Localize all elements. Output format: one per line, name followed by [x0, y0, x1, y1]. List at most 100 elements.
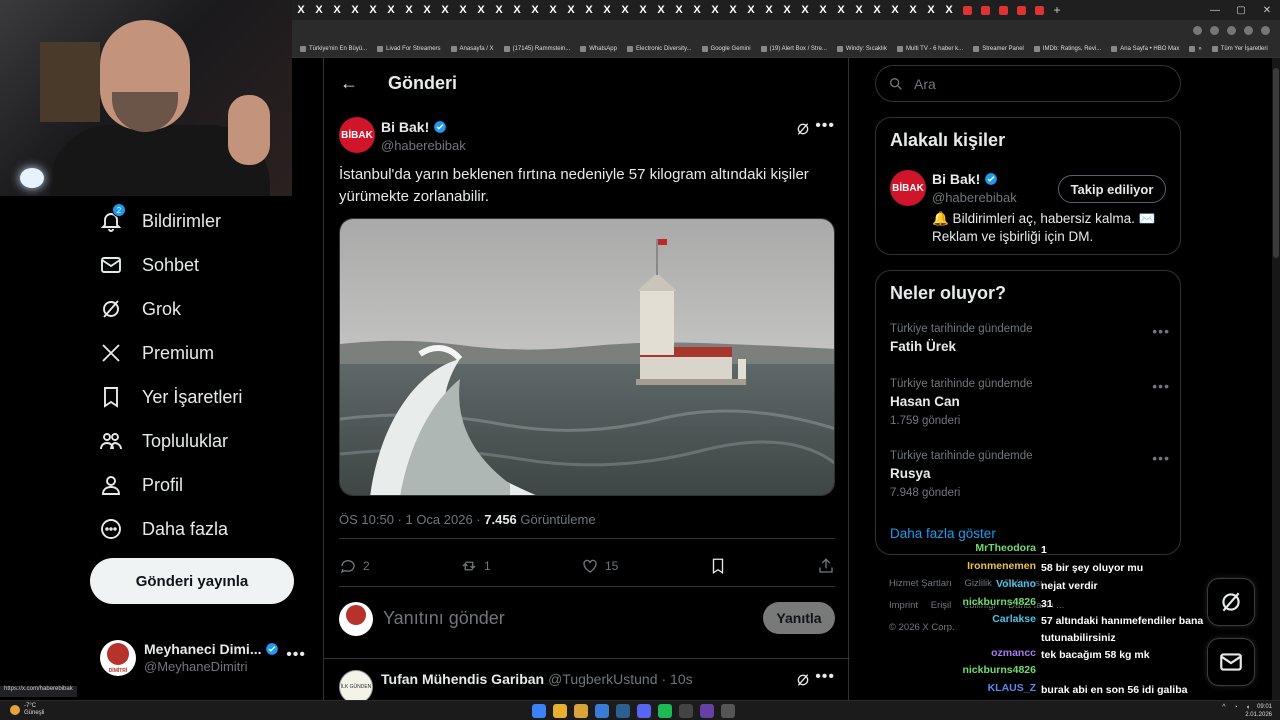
- browser-tab[interactable]: X: [328, 0, 346, 20]
- folder-icon[interactable]: [574, 704, 588, 718]
- browser-tab[interactable]: [976, 0, 994, 20]
- bookmark-item[interactable]: Türkiye'nin En Büyü...: [300, 45, 367, 52]
- browser-tab[interactable]: X: [580, 0, 598, 20]
- browser-tab[interactable]: X: [850, 0, 868, 20]
- star-icon[interactable]: [1227, 25, 1236, 35]
- more-icon[interactable]: •••: [1152, 450, 1170, 466]
- start-icon[interactable]: [532, 704, 546, 718]
- new-tab-button[interactable]: +: [1048, 3, 1066, 17]
- browser-tab[interactable]: X: [616, 0, 634, 20]
- browser-tab[interactable]: X: [400, 0, 418, 20]
- account-switcher[interactable]: DİMİTRİ Meyhaneci Dimi... @MeyhaneDimitr…: [100, 636, 312, 680]
- bookmark-item[interactable]: IMDb: Ratings, Revi...: [1033, 45, 1101, 52]
- following-button[interactable]: Takip ediliyor: [1058, 175, 1166, 203]
- messages-fab-button[interactable]: [1207, 638, 1255, 686]
- like-button[interactable]: 15: [581, 554, 618, 578]
- browser-tab[interactable]: X: [454, 0, 472, 20]
- more-icon[interactable]: •••: [815, 668, 835, 686]
- maximize-icon[interactable]: ▢: [1228, 0, 1254, 20]
- discord-icon[interactable]: [637, 704, 651, 718]
- bookmark-item[interactable]: Google Gemini: [701, 45, 751, 52]
- zoom-icon[interactable]: [1193, 25, 1202, 35]
- more-icon[interactable]: •••: [1152, 378, 1170, 394]
- browser-tab[interactable]: X: [778, 0, 796, 20]
- bookmark-item[interactable]: Windy: Sıcaklık: [836, 45, 887, 52]
- nav-item-bookmarks[interactable]: Yer İşaretleri: [98, 381, 242, 413]
- share-button[interactable]: [817, 554, 835, 578]
- search-input[interactable]: Ara: [875, 65, 1181, 102]
- weather-widget[interactable]: -7°C Güneşli: [10, 703, 44, 717]
- chevron-up-icon[interactable]: ^: [1222, 704, 1225, 711]
- browser-tab[interactable]: X: [598, 0, 616, 20]
- browser-tab[interactable]: X: [292, 0, 310, 20]
- browser-tab[interactable]: X: [742, 0, 760, 20]
- browser-tab[interactable]: X: [508, 0, 526, 20]
- browser-tab[interactable]: X: [652, 0, 670, 20]
- avatar[interactable]: BİBAK: [890, 170, 926, 206]
- bookmark-item[interactable]: Multi TV - 6 haber k...: [896, 45, 963, 52]
- post-button[interactable]: Gönderi yayınla: [90, 558, 294, 604]
- close-icon[interactable]: ✕: [1254, 0, 1280, 20]
- more-icon[interactable]: •••: [815, 117, 835, 135]
- profile-icon[interactable]: [1244, 25, 1253, 35]
- minimize-icon[interactable]: —: [1202, 0, 1228, 20]
- browser-tab[interactable]: X: [364, 0, 382, 20]
- spotify-icon[interactable]: [658, 704, 672, 718]
- chrome-icon[interactable]: [553, 704, 567, 718]
- related-name-text[interactable]: Bi Bak!: [932, 171, 980, 187]
- browser-tab[interactable]: X: [724, 0, 742, 20]
- browser-tab[interactable]: X: [490, 0, 508, 20]
- app-icon[interactable]: [721, 704, 735, 718]
- browser-tab[interactable]: X: [436, 0, 454, 20]
- nav-item-more[interactable]: Daha fazla: [98, 513, 228, 545]
- browser-tab[interactable]: [994, 0, 1012, 20]
- obs-icon[interactable]: [700, 704, 714, 718]
- browser-tab[interactable]: X: [346, 0, 364, 20]
- bookmark-item[interactable]: (19) Alert Box / Stre...: [760, 45, 827, 52]
- browser-tab[interactable]: X: [814, 0, 832, 20]
- browser-tab[interactable]: X: [922, 0, 940, 20]
- browser-tab[interactable]: [1012, 0, 1030, 20]
- install-icon[interactable]: [1210, 25, 1219, 35]
- browser-tab[interactable]: X: [940, 0, 958, 20]
- browser-tab[interactable]: X: [688, 0, 706, 20]
- grok-fab-button[interactable]: [1207, 578, 1255, 626]
- bookmark-item[interactable]: Anasayfa / X: [450, 45, 494, 52]
- bookmark-button[interactable]: [709, 554, 727, 578]
- browser-tab[interactable]: X: [904, 0, 922, 20]
- tweet-author-name[interactable]: Bi Bak!: [381, 119, 429, 135]
- tweet-time[interactable]: ÖS 10:50 · 1 Oca 2026 ·: [339, 512, 484, 527]
- tweet-author[interactable]: Bi Bak!: [381, 119, 447, 135]
- show-more-link[interactable]: Daha fazla göster: [890, 526, 996, 541]
- reply-submit-button[interactable]: Yanıtla: [763, 602, 835, 634]
- browser-tab[interactable]: X: [886, 0, 904, 20]
- trend-item[interactable]: Türkiye tarihinde gündemde Rusya 7.948 g…: [890, 450, 1170, 499]
- bookmark-item[interactable]: Ana Sayfa • HBO Max: [1111, 45, 1179, 52]
- steam-icon[interactable]: [616, 704, 630, 718]
- related-handle[interactable]: @haberebibak: [932, 190, 1017, 205]
- wifi-icon[interactable]: ◔: [1234, 704, 1238, 711]
- browser-tab[interactable]: X: [634, 0, 652, 20]
- nav-item-notifications[interactable]: 2 Bildirimler: [98, 203, 221, 237]
- reply-tweet-author[interactable]: Tufan Mühendis Gariban: [381, 671, 544, 687]
- app-icon[interactable]: [595, 704, 609, 718]
- nav-item-chat[interactable]: Sohbet: [98, 249, 199, 281]
- browser-tab[interactable]: X: [796, 0, 814, 20]
- browser-tab[interactable]: X: [832, 0, 850, 20]
- bookmark-item[interactable]: Streamer Panel: [973, 45, 1024, 52]
- tweet-handle[interactable]: @haberebibak: [381, 138, 466, 153]
- related-name[interactable]: Bi Bak!: [932, 171, 998, 187]
- grok-icon[interactable]: [795, 121, 811, 137]
- back-arrow-icon[interactable]: ←: [340, 73, 360, 94]
- browser-tab[interactable]: [958, 0, 976, 20]
- repost-button[interactable]: 1: [460, 554, 491, 578]
- tweet-image[interactable]: [339, 218, 835, 496]
- more-icon[interactable]: •••: [286, 646, 306, 664]
- avatar[interactable]: İLK GÜNDEN: [339, 670, 373, 704]
- bookmark-item[interactable]: (17145) Rammstein...: [503, 45, 570, 52]
- browser-tab[interactable]: X: [472, 0, 490, 20]
- scrollbar-thumb[interactable]: [1273, 68, 1279, 258]
- nav-item-premium[interactable]: Premium: [98, 337, 214, 369]
- nav-item-grok[interactable]: Grok: [98, 293, 181, 325]
- bookmark-item[interactable]: Tüm Yer İşaretleri: [1211, 45, 1268, 52]
